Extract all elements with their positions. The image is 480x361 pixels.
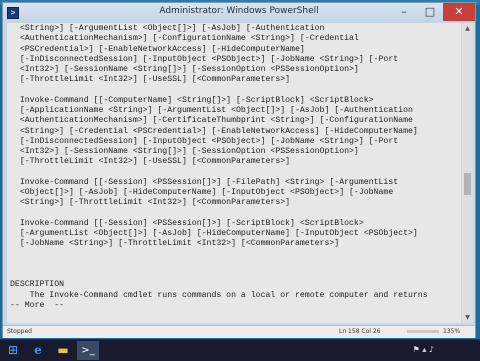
file-explorer-icon[interactable]: ▬ (52, 341, 74, 360)
windows-start-icon[interactable]: ⊞ (2, 341, 24, 360)
scroll-up-icon[interactable]: ▲ (462, 23, 473, 34)
minimize-button[interactable]: – (391, 3, 417, 21)
title-bar[interactable]: > Administrator: Windows PowerShell – □ … (3, 3, 475, 23)
console-line: Invoke-Command [[-ComputerName] <String[… (10, 95, 374, 105)
close-button[interactable]: ✕ (443, 3, 475, 21)
console-text: <String>] [-ArgumentList <Object[]>] [-A… (7, 23, 461, 311)
console-line: <AuthenticationMechanism>] [-Certificate… (10, 116, 413, 126)
console-line: [-ArgumentList <Object[]>] [-AsJob] [-Hi… (10, 229, 418, 238)
vertical-scrollbar[interactable]: ▲ ▼ (462, 23, 473, 323)
console-line: -- More -- (10, 300, 65, 310)
taskbar: ⊞ e ▬ >_ ⚑ ▴ ♪ (0, 339, 480, 361)
internet-explorer-icon[interactable]: e (27, 341, 49, 360)
console-line: Invoke-Command [[-Session] <PSSession[]>… (10, 218, 364, 228)
console-line: <Object[]>] [-AsJob] [-HideComputerName]… (10, 188, 394, 197)
scroll-down-icon[interactable]: ▼ (462, 312, 473, 323)
console-line: DESCRIPTION (10, 280, 65, 290)
system-tray-icons[interactable]: ⚑ ▴ ♪ (413, 345, 434, 354)
powershell-window: > Administrator: Windows PowerShell – □ … (2, 2, 476, 338)
console-line: [-InDisconnectedSession] [-InputObject <… (10, 136, 399, 146)
powershell-taskbar-icon[interactable]: >_ (77, 341, 99, 360)
scroll-thumb[interactable] (464, 173, 471, 195)
console-line: <Int32>] [-SessionName <String[]>] [-Ses… (10, 65, 359, 74)
console-line: [-ApplicationName <String>] [-ArgumentLi… (10, 106, 413, 115)
zoom-level: 135% (443, 328, 461, 335)
console-line: [-ThrottleLimit <Int32>] [-UseSSL] [<Com… (10, 75, 291, 85)
console-line: [-JobName <String>] [-ThrottleLimit <Int… (10, 239, 340, 249)
zoom-slider[interactable] (407, 330, 439, 333)
status-bar: Stopped Ln 158 Col 26 135% (3, 325, 475, 338)
console-line: Invoke-Command [[-Session] <PSSession[]>… (10, 177, 399, 187)
console-line: [-InDisconnectedSession] [-InputObject <… (10, 54, 399, 64)
console-line: [-ThrottleLimit <Int32>] [-UseSSL] [<Com… (10, 157, 291, 167)
console-line: <Int32>] [-SessionName <String[]>] [-Ses… (10, 147, 359, 156)
status-text: Stopped (7, 328, 32, 335)
console-line: <String>] [-ThrottleLimit <Int32>] [<Com… (10, 198, 291, 208)
console-line: The Invoke-Command cmdlet runs commands … (10, 290, 428, 300)
console-output[interactable]: <String>] [-ArgumentList <Object[]>] [-A… (7, 23, 461, 323)
console-line: <PSCredential>] [-EnableNetworkAccess] [… (10, 44, 305, 54)
console-line: <String>] [-Credential <PSCredential>] [… (10, 126, 418, 136)
console-line: <AuthenticationMechanism>] [-Configurati… (10, 34, 359, 44)
console-line: <String>] [-ArgumentList <Object[]>] [-A… (10, 24, 325, 33)
cursor-position: Ln 158 Col 26 (339, 328, 381, 335)
maximize-button[interactable]: □ (417, 3, 443, 21)
